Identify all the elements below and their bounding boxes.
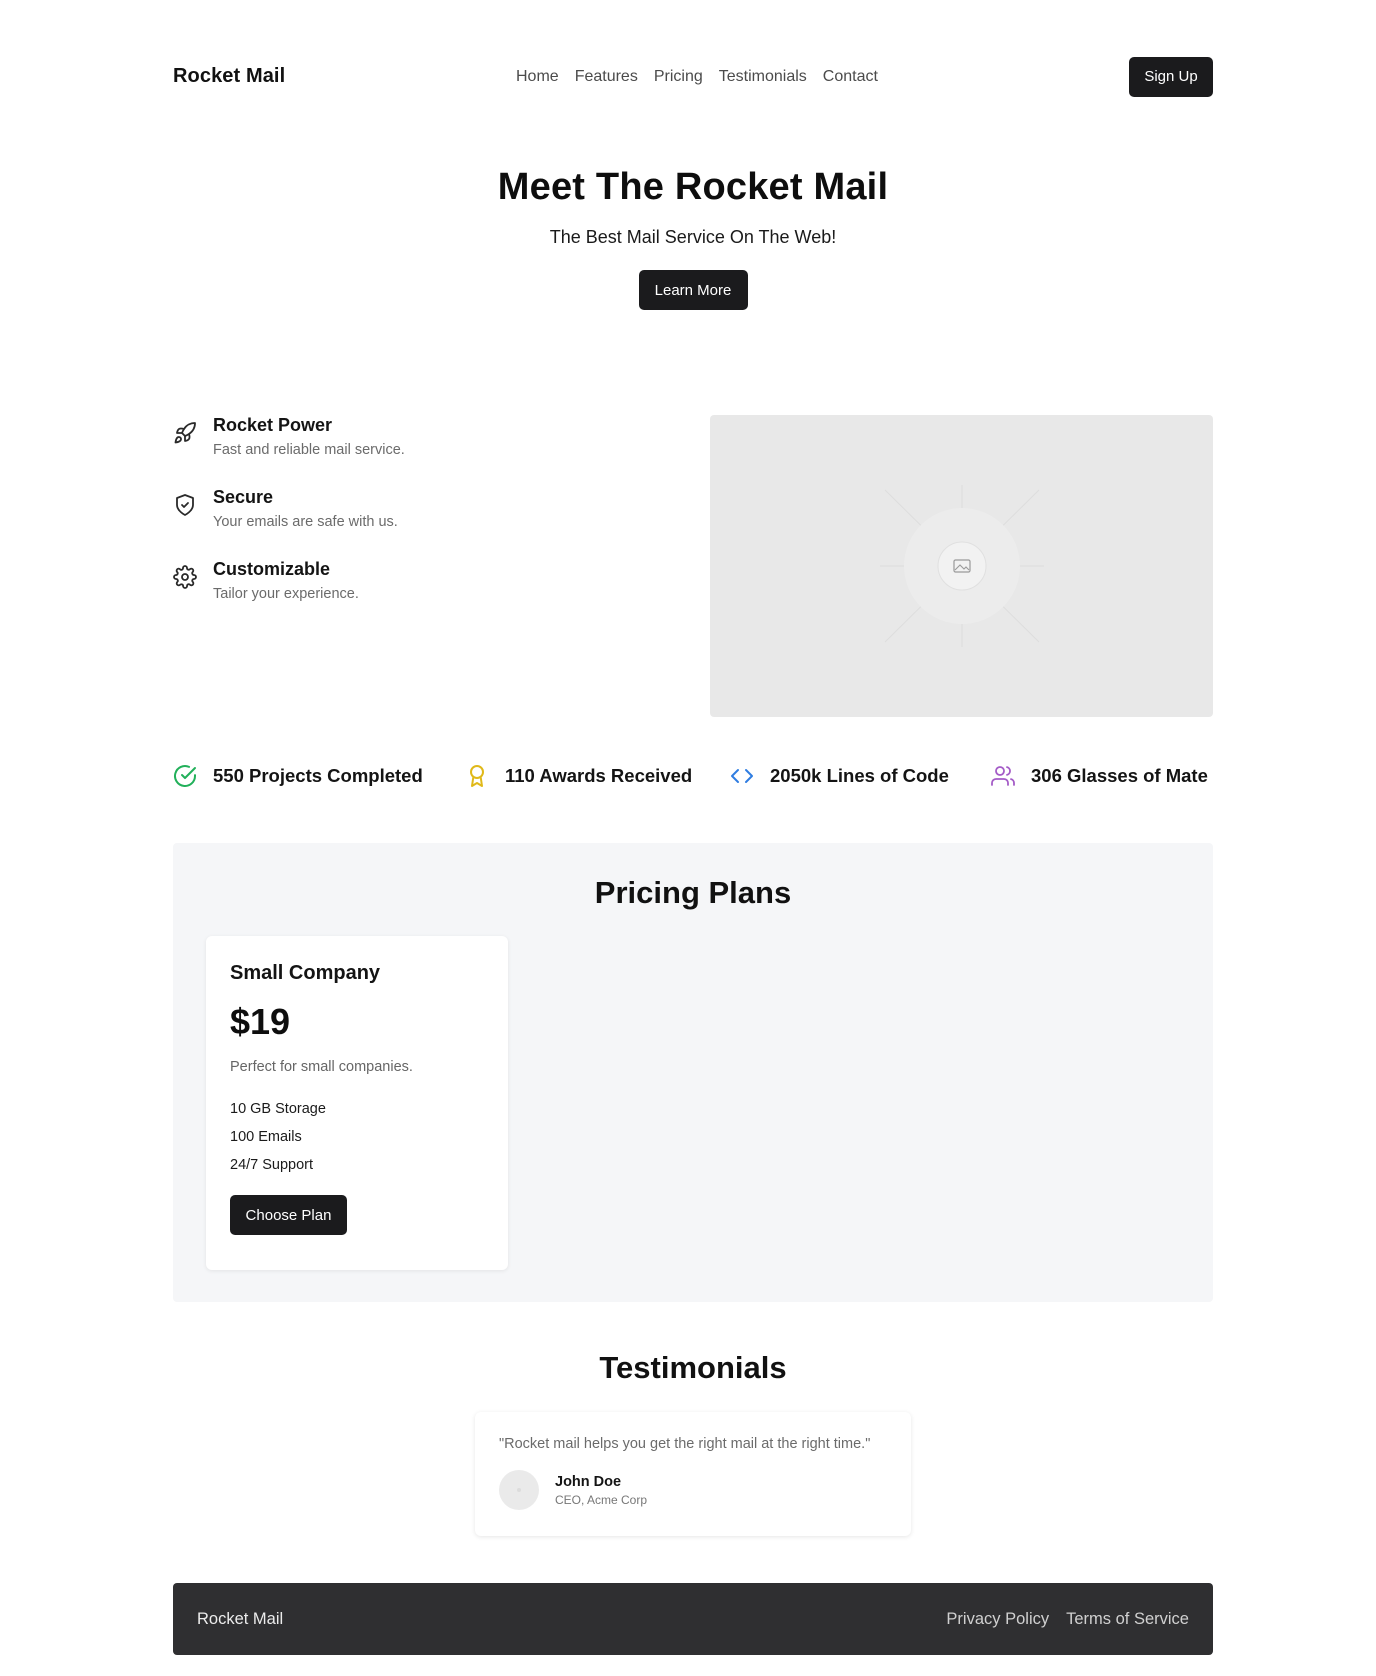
feature-title: Secure	[213, 487, 274, 507]
footer-brand: Rocket Mail	[197, 1609, 284, 1628]
nav-link-contact[interactable]: Contact	[823, 68, 878, 86]
plan-price: $19	[230, 1001, 291, 1042]
stat-label: 550 Projects Completed	[213, 765, 423, 786]
feature-item: Secure Your emails are safe with us.	[173, 487, 398, 530]
plan-feature: 100 Emails	[230, 1129, 302, 1145]
nav-link-features[interactable]: Features	[575, 68, 638, 86]
nav-link-testimonials[interactable]: Testimonials	[719, 68, 807, 86]
author-name: John Doe	[555, 1473, 622, 1490]
pricing-heading: Pricing Plans	[594, 875, 792, 910]
plan-name: Small Company	[230, 962, 381, 984]
stat-label: 110 Awards Received	[505, 765, 693, 786]
gear-icon	[173, 565, 197, 589]
stat-label: 2050k Lines of Code	[770, 765, 949, 786]
stat-item: 110 Awards Received	[465, 764, 692, 788]
image-placeholder	[710, 415, 1213, 717]
image-placeholder-icon	[880, 485, 1044, 647]
stats-row: 550 Projects Completed 110 Awards Receiv…	[173, 764, 1213, 794]
choose-plan-button[interactable]: Choose Plan	[230, 1195, 347, 1235]
feature-item: Rocket Power Fast and reliable mail serv…	[173, 415, 405, 458]
check-circle-icon	[173, 764, 197, 788]
avatar	[499, 1470, 539, 1510]
hero-title: Meet The Rocket Mail	[497, 166, 889, 208]
signup-button[interactable]: Sign Up	[1129, 56, 1213, 97]
plan-desc: Perfect for small companies.	[230, 1059, 413, 1075]
stat-label: 306 Glasses of Mate	[1031, 765, 1208, 786]
testimonial-author: John Doe CEO, Acme Corp	[499, 1470, 887, 1510]
testimonial-quote: "Rocket mail helps you get the right mai…	[499, 1436, 871, 1452]
stat-item: 2050k Lines of Code	[730, 764, 949, 788]
feature-title: Customizable	[213, 559, 331, 579]
stat-item: 306 Glasses of Mate	[991, 764, 1208, 788]
stat-item: 550 Projects Completed	[173, 764, 423, 788]
nav-link-pricing[interactable]: Pricing	[654, 68, 703, 86]
features-section: Rocket Power Fast and reliable mail serv…	[173, 415, 1213, 717]
award-icon	[465, 764, 489, 788]
testimonials-heading: Testimonials	[599, 1350, 787, 1385]
top-nav: Rocket Mail Home Features Pricing Testim…	[173, 56, 1213, 97]
feature-item: Customizable Tailor your experience.	[173, 559, 359, 602]
footer: Rocket Mail Privacy Policy Terms of Serv…	[173, 1583, 1213, 1655]
feature-desc: Fast and reliable mail service.	[213, 442, 405, 458]
learn-more-button[interactable]: Learn More	[638, 270, 748, 310]
plan-features: 10 GB Storage 100 Emails 24/7 Support	[230, 1095, 484, 1179]
avatar-placeholder-icon	[517, 1488, 521, 1492]
hero-subtitle: The Best Mail Service On The Web!	[549, 227, 837, 247]
hero-section: Meet The Rocket Mail The Best Mail Servi…	[173, 166, 1213, 310]
plan-card: Small Company $19 Perfect for small comp…	[206, 936, 508, 1270]
feature-desc: Tailor your experience.	[213, 586, 359, 602]
code-icon	[730, 764, 754, 788]
terms-of-service-link[interactable]: Terms of Service	[1066, 1610, 1189, 1629]
brand-logo[interactable]: Rocket Mail	[173, 65, 285, 88]
privacy-policy-link[interactable]: Privacy Policy	[946, 1610, 1049, 1629]
nav-links: Home Features Pricing Testimonials Conta…	[516, 68, 878, 86]
plan-feature: 24/7 Support	[230, 1157, 314, 1173]
author-role: CEO, Acme Corp	[555, 1492, 648, 1507]
nav-link-home[interactable]: Home	[516, 68, 559, 86]
users-icon	[991, 764, 1015, 788]
pricing-section: Pricing Plans Small Company $19 Perfect …	[173, 843, 1213, 1302]
feature-title: Rocket Power	[213, 415, 333, 435]
testimonial-card: "Rocket mail helps you get the right mai…	[475, 1412, 911, 1536]
footer-links: Privacy Policy Terms of Service	[946, 1610, 1189, 1629]
feature-desc: Your emails are safe with us.	[213, 514, 398, 530]
plan-feature: 10 GB Storage	[230, 1101, 326, 1117]
shield-icon	[173, 493, 197, 517]
rocket-icon	[173, 421, 197, 445]
